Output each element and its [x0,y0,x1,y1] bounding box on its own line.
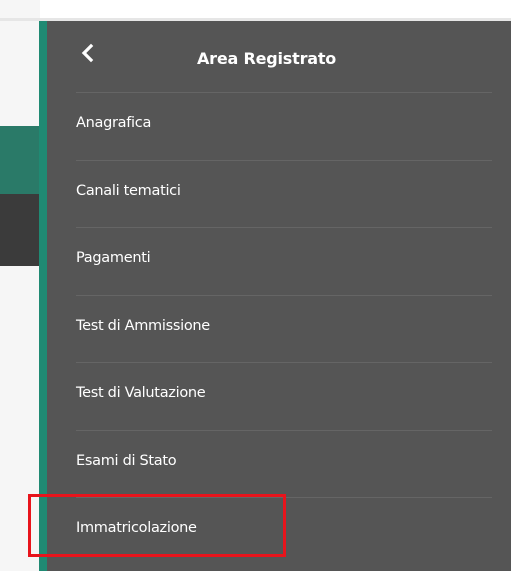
menu-item-esami-di-stato[interactable]: Esami di Stato [76,429,492,498]
menu-item-label: Immatricolazione [76,520,197,536]
menu-item-label: Anagrafica [76,115,152,131]
background-green-bar [0,126,40,194]
menu-item-label: Test di Valutazione [76,385,206,401]
menu-item-immatricolazione[interactable]: Immatricolazione [76,497,492,565]
menu-list: Anagrafica Canali tematici Pagamenti Tes… [47,92,511,565]
menu-item-canali-tematici[interactable]: Canali tematici [76,159,492,228]
chevron-left-icon[interactable] [77,42,99,64]
registered-area-menu: Area Registrato Anagrafica Canali temati… [39,21,511,571]
background-dark-bar [0,194,40,266]
menu-item-anagrafica[interactable]: Anagrafica [76,92,492,160]
menu-item-label: Pagamenti [76,250,151,266]
menu-item-pagamenti[interactable]: Pagamenti [76,227,492,295]
menu-item-test-di-valutazione[interactable]: Test di Valutazione [76,362,492,430]
menu-title: Area Registrato [197,49,337,68]
background-page [0,0,40,571]
menu-header: Area Registrato [47,21,511,92]
menu-item-label: Canali tematici [76,182,181,199]
menu-item-label: Test di Ammissione [76,317,210,334]
menu-item-test-di-ammissione[interactable]: Test di Ammissione [76,294,492,363]
menu-item-label: Esami di Stato [76,452,177,469]
